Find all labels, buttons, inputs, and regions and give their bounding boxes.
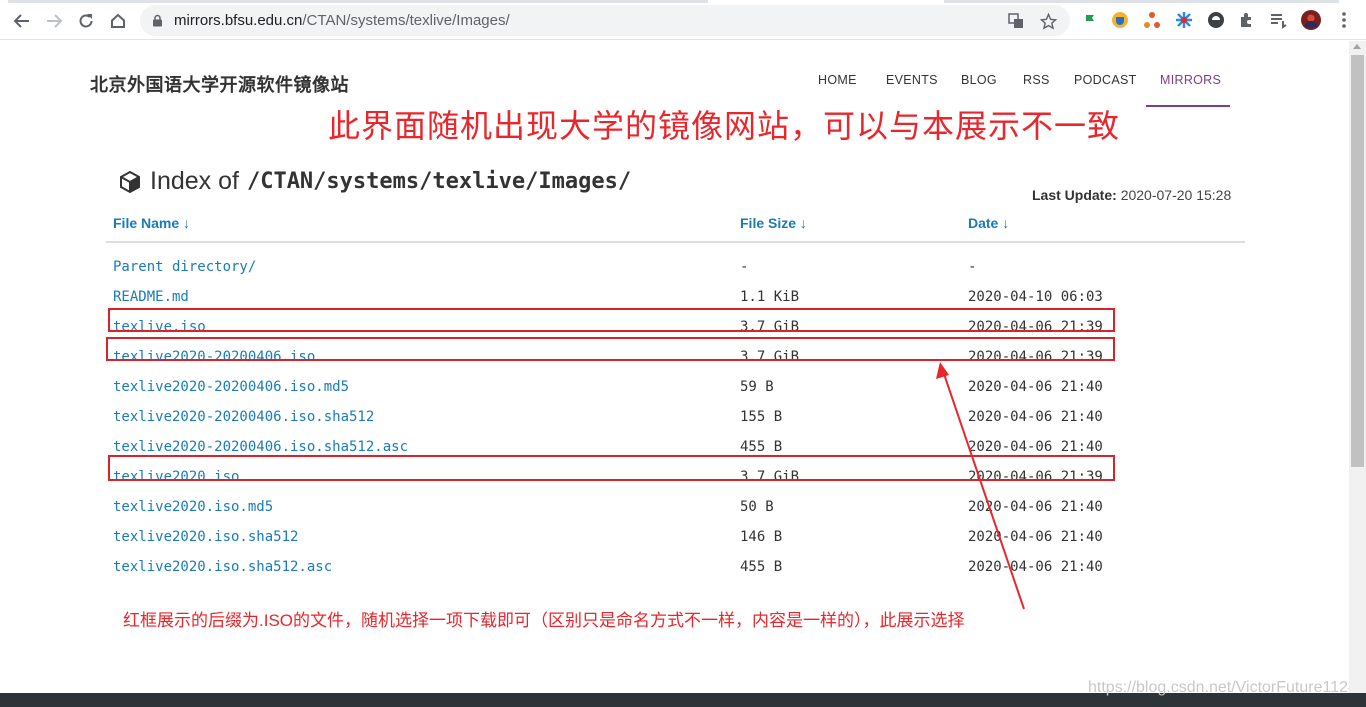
page-scrollbar[interactable] bbox=[1349, 41, 1366, 693]
shield-extension-icon[interactable] bbox=[1110, 10, 1130, 30]
watermark: https://blog.csdn.net/VictorFuture1124 bbox=[1088, 679, 1357, 696]
scroll-thumb[interactable] bbox=[1351, 55, 1364, 467]
tab-strip-edge-right bbox=[944, 0, 1339, 3]
annotation-arrow bbox=[936, 362, 1025, 610]
lock-icon[interactable] bbox=[152, 14, 163, 32]
globe-extension-icon[interactable] bbox=[1206, 10, 1226, 30]
reload-icon[interactable] bbox=[74, 9, 98, 33]
extensions-puzzle-icon[interactable] bbox=[1237, 10, 1257, 30]
scroll-up-arrow-icon[interactable] bbox=[1353, 44, 1361, 49]
menu-kebab-icon[interactable] bbox=[1334, 10, 1354, 30]
page-content: 北京外国语大学开源软件镜像站 HOME EVENTS BLOG RSS PODC… bbox=[0, 41, 1366, 707]
flag-extension-icon[interactable] bbox=[1080, 10, 1100, 30]
bookmark-star-icon[interactable] bbox=[1038, 11, 1058, 31]
forward-arrow-icon[interactable] bbox=[42, 9, 66, 33]
url-text: mirrors.bfsu.edu.cn/CTAN/systems/texlive… bbox=[174, 12, 510, 29]
back-arrow-icon[interactable] bbox=[10, 9, 34, 33]
home-icon[interactable] bbox=[106, 9, 130, 33]
translate-icon[interactable] bbox=[1006, 11, 1026, 31]
address-bar[interactable]: mirrors.bfsu.edu.cn/CTAN/systems/texlive… bbox=[140, 5, 1070, 36]
browser-toolbar: mirrors.bfsu.edu.cn/CTAN/systems/texlive… bbox=[0, 0, 1366, 40]
reading-list-icon[interactable] bbox=[1268, 10, 1288, 30]
profile-avatar-icon[interactable] bbox=[1301, 10, 1321, 30]
tab-strip-edge bbox=[8, 0, 708, 3]
asterisk-extension-icon[interactable] bbox=[1174, 10, 1194, 30]
annotation-bottom-note: 红框展示的后缀为.ISO的文件，随机选择一项下载即可（区别只是命名方式不一样，内… bbox=[123, 611, 965, 630]
arrowhead-icon bbox=[936, 362, 949, 379]
network-extension-icon[interactable] bbox=[1142, 10, 1162, 30]
